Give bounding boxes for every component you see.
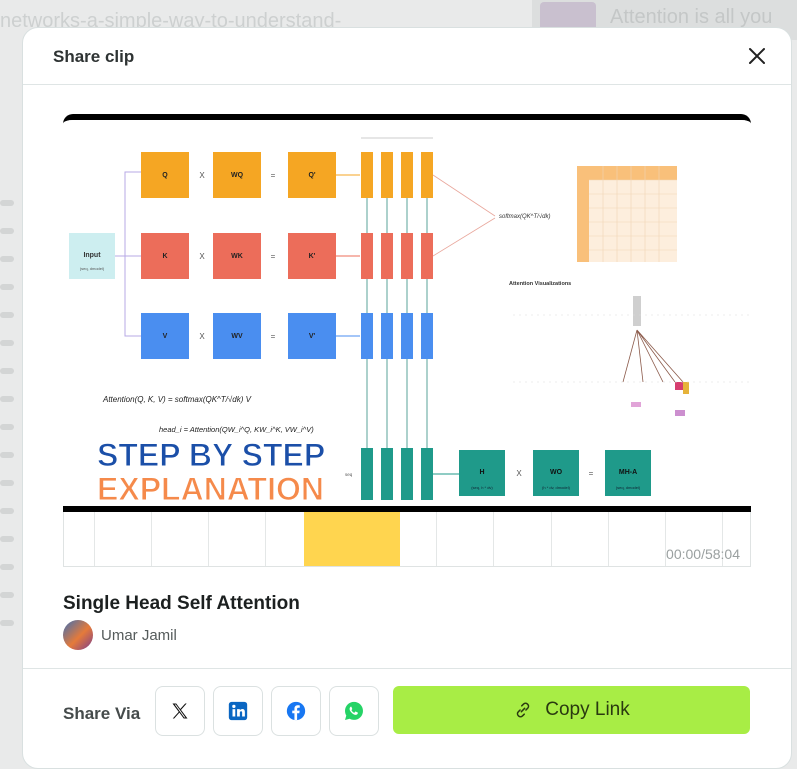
softmax-matrix: [577, 166, 677, 262]
linkedin-icon: [228, 701, 248, 721]
share-facebook-button[interactable]: [271, 686, 321, 736]
viz-title: Attention Visualizations: [509, 281, 571, 287]
facebook-icon: [286, 701, 306, 721]
video-preview[interactable]: Input (seq, dmodel) Q X WQ = Q' K X WK =…: [63, 114, 751, 518]
svg-text:WV: WV: [231, 333, 243, 340]
share-whatsapp-button[interactable]: [329, 686, 379, 736]
svg-text:X: X: [199, 171, 205, 180]
softmax-label: softmax(QK^T/√dk): [499, 213, 550, 220]
share-x-button[interactable]: [155, 686, 205, 736]
video-slide: Input (seq, dmodel) Q X WQ = Q' K X WK =…: [63, 120, 751, 512]
svg-text:X: X: [516, 469, 522, 478]
svg-text:WQ: WQ: [231, 172, 244, 179]
banner-line-2: EXPLANATION: [97, 471, 324, 507]
banner-line-1: STEP BY STEP: [97, 437, 325, 473]
x-icon: [172, 703, 188, 719]
q-row: Q X WQ = Q': [141, 152, 360, 198]
copy-link-label: Copy Link: [545, 699, 630, 720]
clip-title: Single Head Self Attention: [63, 593, 300, 614]
svg-text:(seq, dmodel): (seq, dmodel): [616, 485, 641, 490]
svg-text:WO: WO: [550, 469, 563, 476]
modal-header: Share clip: [23, 28, 791, 85]
heads-row: seq H (seq, h * dv) X WO (h * dv, dmodel…: [345, 448, 651, 500]
svg-text:K': K': [309, 253, 316, 260]
background-related-title: Attention is all you: [610, 6, 773, 28]
head-formula: head_i = Attention(QW_i^Q, KW_i^K, VW_i^…: [159, 425, 314, 434]
background-text-lines: [0, 200, 20, 648]
copy-link-button[interactable]: Copy Link: [393, 686, 750, 734]
author-name: Umar Jamil: [101, 626, 177, 644]
svg-text:(seq, h * dv): (seq, h * dv): [471, 485, 493, 490]
svg-text:MH-A: MH-A: [619, 469, 637, 476]
close-button[interactable]: [745, 44, 769, 68]
svg-text:X: X: [199, 252, 205, 261]
svg-text:V': V': [309, 333, 316, 340]
clip-time: 00:00/58:04: [666, 546, 740, 562]
svg-text:seq: seq: [345, 472, 353, 477]
svg-text:Q: Q: [162, 172, 168, 179]
attention-formula: Attention(Q, K, V) = softmax(QK^T/√dk) V: [102, 395, 252, 404]
share-via-label: Share Via: [63, 704, 141, 723]
input-sub: (seq, dmodel): [80, 266, 105, 271]
svg-text:(h * dv, dmodel): (h * dv, dmodel): [542, 485, 571, 490]
whatsapp-icon: [345, 701, 363, 720]
clip-timeline[interactable]: 00:00/58:04: [63, 512, 751, 567]
clip-selection-handle[interactable]: [304, 512, 400, 566]
svg-text:X: X: [199, 332, 205, 341]
share-footer: Share Via Copy Link: [23, 668, 791, 768]
svg-text:=: =: [271, 171, 276, 180]
input-label: Input: [83, 252, 101, 259]
v-row: V X WV = V': [141, 313, 360, 359]
svg-text:=: =: [589, 469, 594, 478]
link-icon: [516, 702, 530, 718]
share-linkedin-button[interactable]: [213, 686, 263, 736]
svg-text:=: =: [271, 332, 276, 341]
svg-text:=: =: [271, 252, 276, 261]
k-row: K X WK = K': [141, 233, 360, 279]
svg-text:WK: WK: [231, 253, 243, 260]
svg-text:Q': Q': [308, 172, 315, 179]
avatar: [63, 620, 93, 650]
svg-text:V: V: [163, 333, 168, 340]
close-icon: [749, 48, 765, 64]
author[interactable]: Umar Jamil: [63, 620, 177, 650]
svg-text:K: K: [162, 253, 167, 260]
svg-text:H: H: [479, 469, 484, 476]
modal-title: Share clip: [53, 47, 135, 66]
share-clip-modal: Share clip Input (seq, dmodel) Q X WQ =: [22, 27, 792, 769]
